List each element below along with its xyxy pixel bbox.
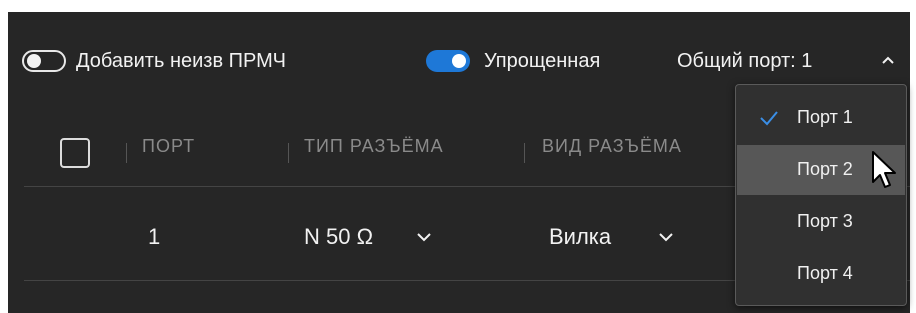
add-unknown-toggle[interactable] xyxy=(22,50,66,72)
header-connector-type: ТИП РАЗЪЁМА xyxy=(304,136,444,156)
checkmark-icon xyxy=(760,111,778,126)
column-divider xyxy=(524,143,525,163)
connector-kind-select[interactable]: Вилка xyxy=(549,223,611,251)
column-divider xyxy=(126,143,127,163)
option-label: Порт 1 xyxy=(797,107,853,127)
simplified-label: Упрощенная xyxy=(484,50,601,72)
dropdown-option-port-1[interactable]: Порт 1 xyxy=(737,93,905,143)
common-port-dropdown: Порт 1 Порт 2 Порт 3 Порт 4 xyxy=(735,84,907,306)
chevron-down-icon[interactable] xyxy=(414,229,434,245)
toggle-knob xyxy=(27,54,41,68)
chevron-down-icon[interactable] xyxy=(656,229,676,245)
toolbar: Добавить неизв ПРМЧ Упрощенная Общий пор… xyxy=(8,12,910,92)
connector-type-select[interactable]: N 50 Ω xyxy=(304,223,373,251)
common-port-selector[interactable]: Общий порт: 1 xyxy=(677,48,812,74)
chevron-up-icon[interactable] xyxy=(878,50,898,70)
toggle-knob xyxy=(452,54,466,68)
simplified-toggle[interactable] xyxy=(426,50,470,72)
cell-port: 1 xyxy=(148,224,161,249)
dropdown-option-port-4[interactable]: Порт 4 xyxy=(737,249,905,299)
column-divider xyxy=(288,143,289,163)
select-all-checkbox[interactable] xyxy=(60,138,90,168)
port-settings-panel: Добавить неизв ПРМЧ Упрощенная Общий пор… xyxy=(8,12,910,313)
add-unknown-label: Добавить неизв ПРМЧ xyxy=(76,50,286,72)
option-label: Порт 2 xyxy=(797,159,853,179)
option-label: Порт 4 xyxy=(797,263,853,283)
dropdown-option-port-3[interactable]: Порт 3 xyxy=(737,197,905,247)
header-port: ПОРТ xyxy=(142,136,196,156)
mouse-pointer-icon xyxy=(872,151,896,188)
header-connector-kind: ВИД РАЗЪЁМА xyxy=(542,136,682,156)
option-label: Порт 3 xyxy=(797,211,853,231)
